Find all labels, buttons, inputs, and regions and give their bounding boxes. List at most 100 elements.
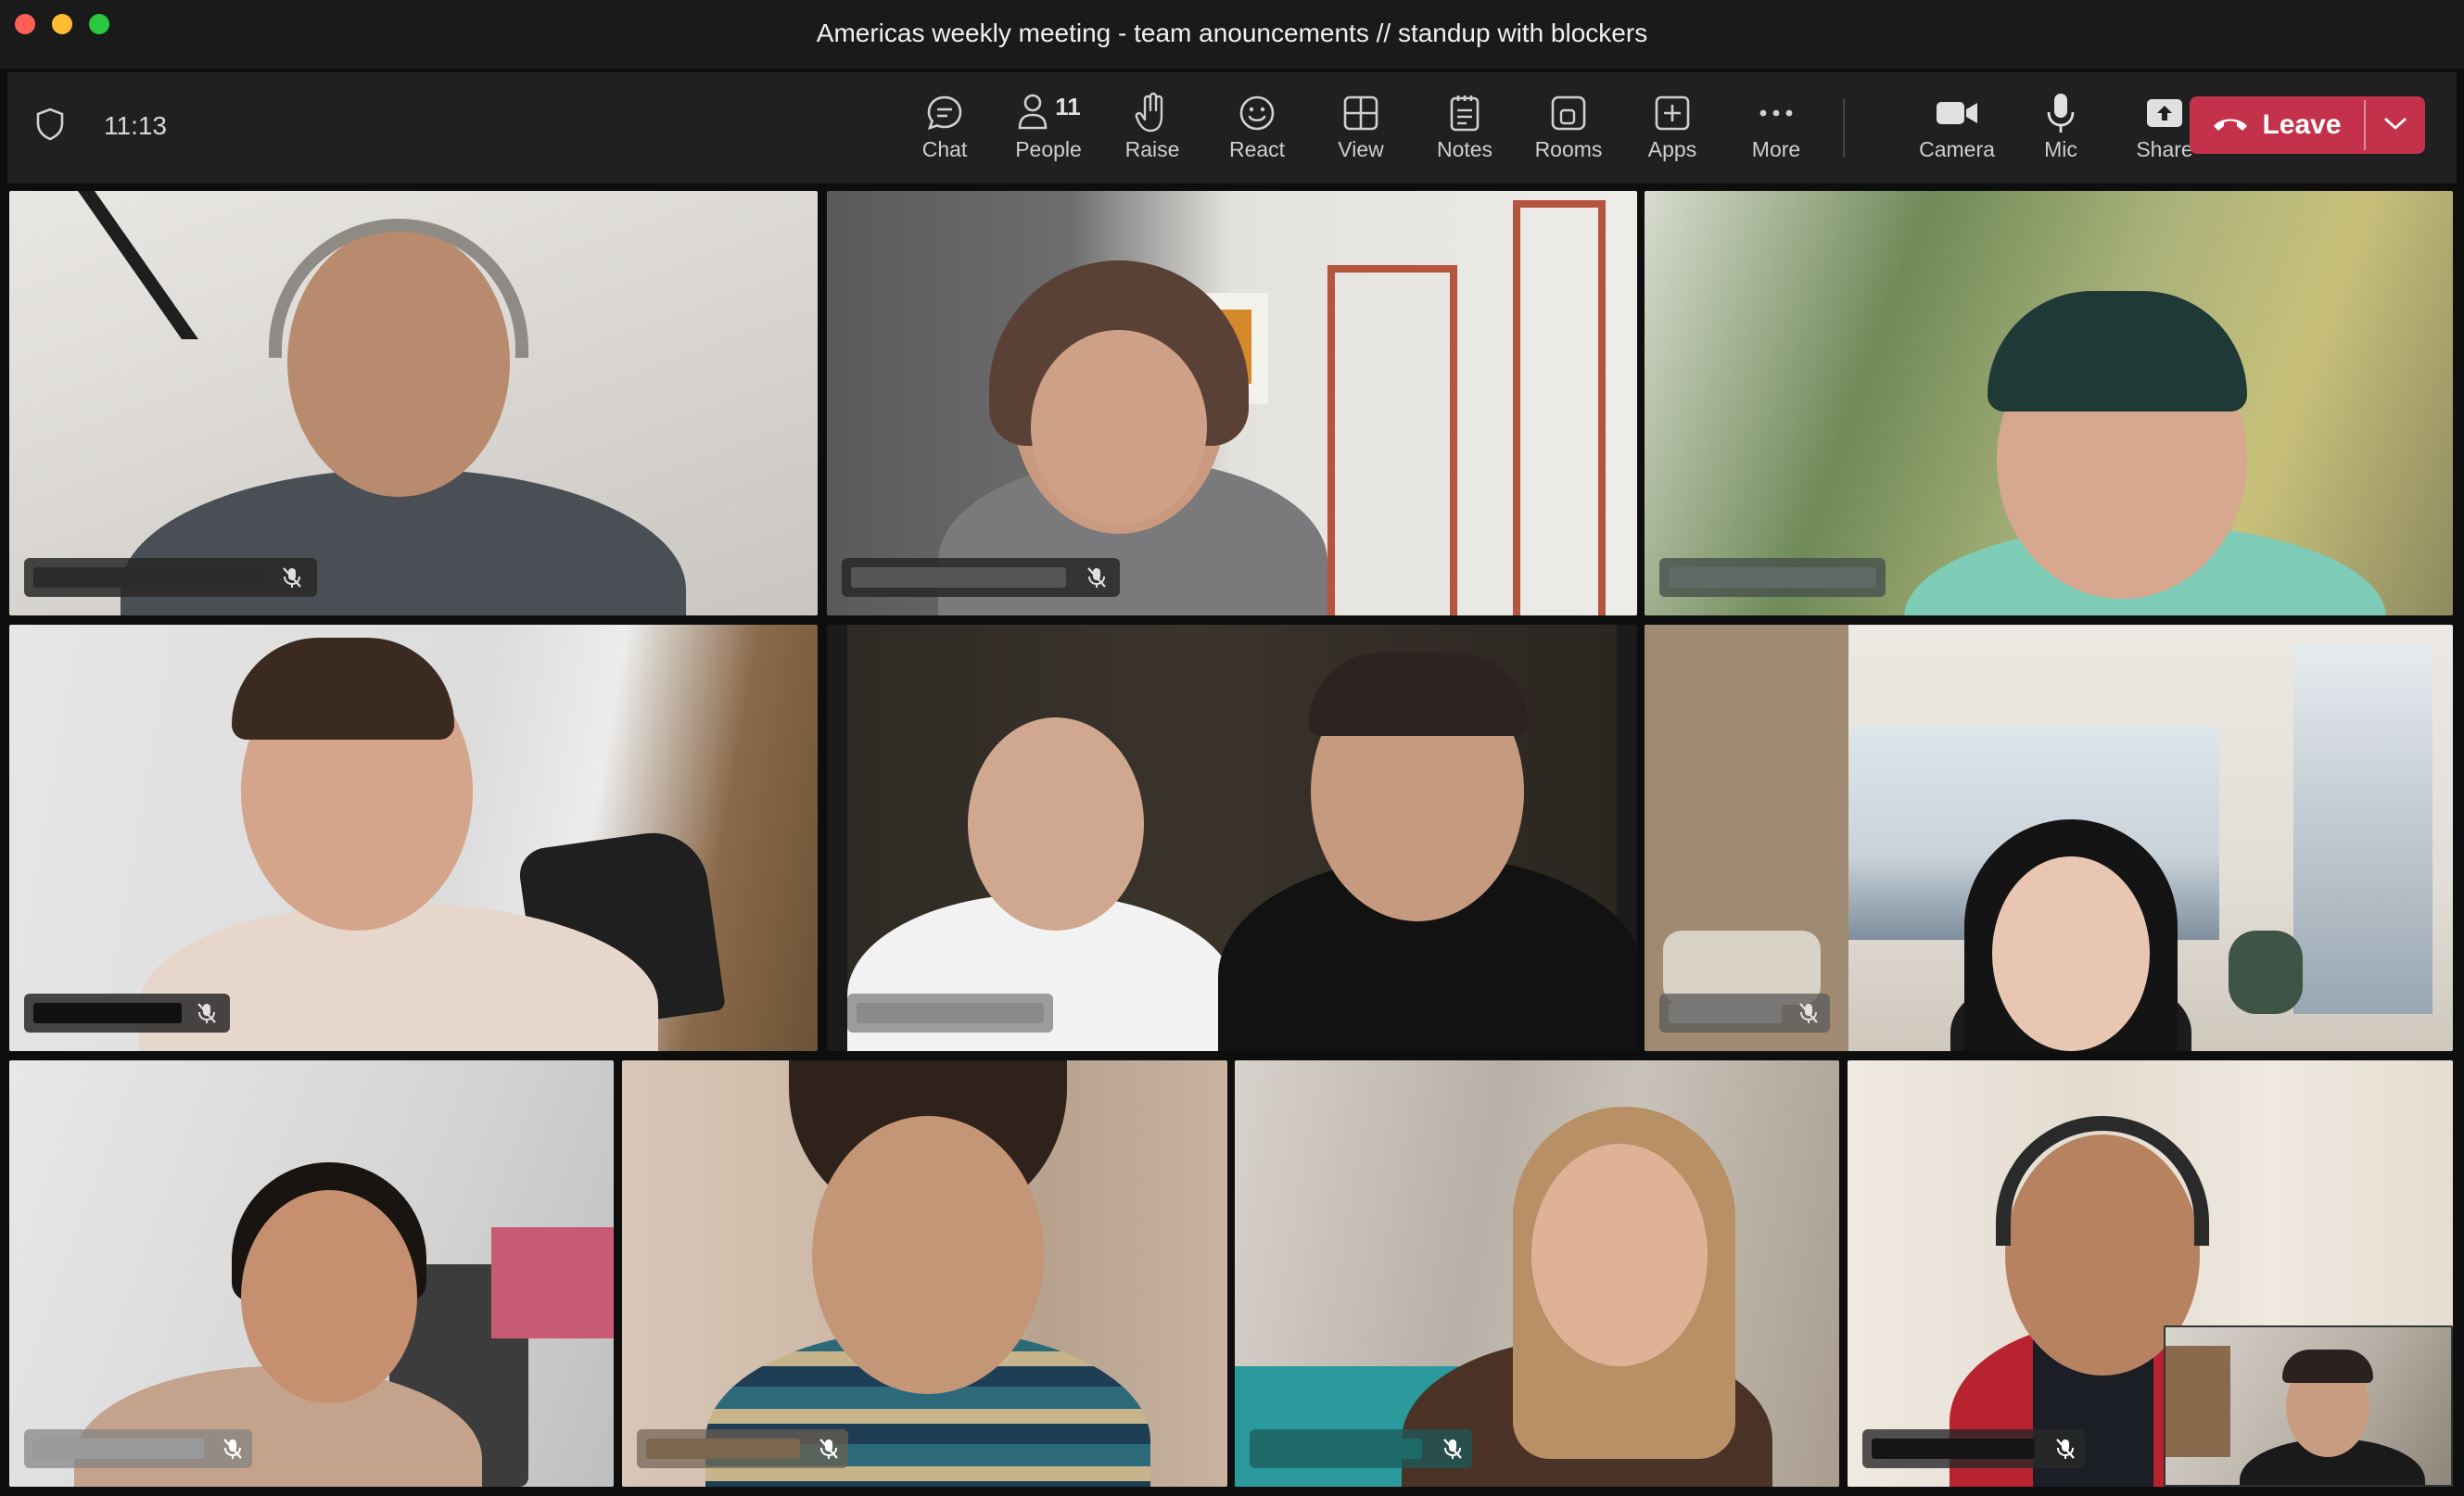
participant-name	[33, 567, 265, 588]
react-label: React	[1228, 137, 1286, 161]
side-window	[2293, 643, 2432, 1014]
participant-face	[812, 1116, 1044, 1394]
chevron-down-icon	[2383, 116, 2407, 135]
leave-label: Leave	[2262, 109, 2342, 140]
raise-label: Raise	[1124, 137, 1180, 161]
view-button[interactable]: View	[1315, 89, 1407, 172]
mic-muted-icon	[195, 1001, 219, 1025]
video-tile-4[interactable]	[9, 625, 818, 1051]
leave-button-group: Leave	[2190, 96, 2425, 154]
wall-frame	[2166, 1346, 2230, 1457]
participant-nameplate	[1659, 994, 1830, 1033]
headphones	[269, 219, 528, 358]
apps-button[interactable]: Apps	[1626, 89, 1719, 172]
apps-label: Apps	[1647, 137, 1697, 161]
view-label: View	[1338, 137, 1384, 161]
participant-face-front	[1031, 330, 1207, 525]
mic-button[interactable]: Mic	[2014, 89, 2107, 172]
mic-label: Mic	[2044, 137, 2077, 161]
video-tile-6[interactable]	[1645, 625, 2453, 1051]
leave-button[interactable]: Leave	[2190, 96, 2364, 154]
microphone-icon	[2014, 89, 2107, 137]
rooms-label: Rooms	[1534, 137, 1603, 161]
participant-face-left	[968, 717, 1144, 931]
leave-options-dropdown[interactable]	[2366, 96, 2425, 154]
participant-nameplate	[847, 994, 1053, 1033]
breakout-rooms-icon	[1522, 89, 1615, 137]
participant-name	[33, 1003, 182, 1023]
participant-nameplate	[1862, 1429, 2085, 1468]
door-frame-2	[1513, 200, 1606, 615]
participant-nameplate	[842, 558, 1120, 597]
raise-hand-button[interactable]: Raise	[1106, 89, 1199, 172]
mic-muted-icon	[817, 1437, 841, 1461]
participant-name	[1259, 1439, 1422, 1459]
video-tile-1[interactable]	[9, 191, 818, 615]
door-frame	[1327, 265, 1457, 615]
ceiling-beam	[77, 191, 199, 339]
video-tile-7[interactable]	[9, 1060, 614, 1487]
meeting-title: Americas weekly meeting - team anounceme…	[816, 19, 1648, 47]
participant-nameplate	[24, 558, 317, 597]
meeting-toolbar: 11:13 Chat 11 People Raise React View No…	[7, 72, 2457, 184]
video-tile-9[interactable]	[1235, 1060, 1839, 1487]
rooms-button[interactable]: Rooms	[1522, 89, 1615, 172]
self-hair	[2282, 1350, 2373, 1383]
mic-muted-icon	[221, 1437, 245, 1461]
smiley-icon	[1211, 89, 1303, 137]
grid-view-icon	[1315, 89, 1407, 137]
video-tile-2[interactable]	[827, 191, 1637, 615]
more-button[interactable]: More	[1730, 89, 1823, 172]
participant-name	[1669, 1003, 1782, 1023]
more-label: More	[1751, 137, 1801, 161]
mic-muted-icon	[1797, 1001, 1821, 1025]
participant-cap	[1988, 291, 2247, 412]
video-tile-5[interactable]	[827, 625, 1637, 1051]
participant-face	[1531, 1144, 1708, 1366]
add-app-icon	[1626, 89, 1719, 137]
shelf-items	[491, 1227, 614, 1338]
participant-nameplate	[1250, 1429, 1472, 1468]
mic-muted-icon	[1441, 1437, 1465, 1461]
more-dots-icon	[1730, 89, 1823, 137]
chat-icon	[898, 89, 991, 137]
participant-nameplate	[24, 1429, 252, 1468]
participant-face	[241, 1190, 417, 1403]
react-button[interactable]: React	[1211, 89, 1303, 172]
video-frame	[847, 625, 1637, 1051]
people-button[interactable]: 11 People	[1002, 89, 1095, 172]
chat-label: Chat	[921, 137, 968, 161]
participant-name	[857, 1003, 1044, 1023]
mic-muted-icon	[2053, 1437, 2077, 1461]
participant-name	[1872, 1439, 2035, 1459]
participant-nameplate	[637, 1429, 848, 1468]
shield-icon[interactable]	[35, 108, 65, 146]
headphones	[1996, 1116, 2209, 1246]
video-tile-8[interactable]	[622, 1060, 1227, 1487]
mic-muted-icon	[280, 565, 304, 590]
mic-muted-icon	[1085, 565, 1109, 590]
participant-nameplate	[24, 994, 230, 1033]
meeting-timer: 11:13	[104, 111, 167, 140]
participant-name	[1669, 567, 1876, 588]
video-tile-3[interactable]	[1645, 191, 2453, 615]
participant-name	[33, 1439, 204, 1459]
participant-face	[1992, 856, 2150, 1051]
notes-label: Notes	[1436, 137, 1493, 161]
camera-label: Camera	[1919, 137, 1995, 161]
participant-hair	[1309, 653, 1528, 736]
notes-icon	[1418, 89, 1511, 137]
window-title-bar: Americas weekly meeting - team anounceme…	[0, 0, 2464, 69]
participant-hair	[232, 638, 454, 740]
participant-name	[851, 567, 1066, 588]
chat-button[interactable]: Chat	[898, 89, 991, 172]
self-view-tile[interactable]	[2164, 1325, 2453, 1487]
camera-button[interactable]: Camera	[1911, 89, 2003, 172]
hang-up-icon	[2212, 109, 2249, 141]
people-icon	[1016, 91, 1049, 136]
raise-hand-icon	[1106, 89, 1199, 137]
participant-name	[646, 1439, 800, 1459]
people-count: 11	[1055, 92, 1081, 120]
notes-button[interactable]: Notes	[1418, 89, 1511, 172]
people-label: People	[1015, 137, 1082, 161]
